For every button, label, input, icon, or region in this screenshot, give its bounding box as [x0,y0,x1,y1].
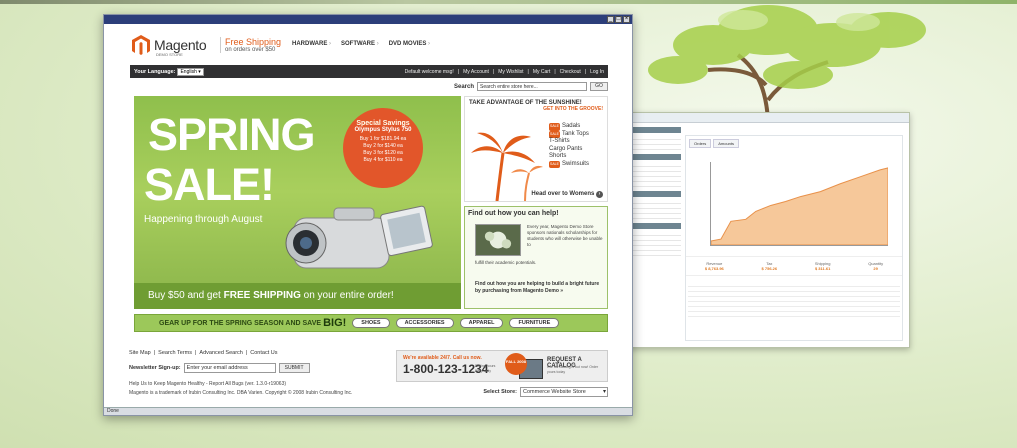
nav-dvd-movies[interactable]: DVD MOVIES › [389,41,430,47]
category-button-shoes[interactable]: SHOES [352,318,390,328]
search-terms-link[interactable]: Search Terms [158,350,192,356]
nav-software[interactable]: SOFTWARE › [341,41,379,47]
admin-stat: Revenue $ 8,763.96 [704,261,724,271]
title-bar: _ □ × [104,15,632,24]
scholarship-image [475,224,521,256]
admin-sales-chart [710,162,888,246]
admin-dashboard-window: Orders Amounts Revenue $ 8,763.96 Tax $ 75… [628,112,910,348]
newsletter-label: Newsletter Sign-up: [129,365,181,371]
request-catalog-sub: Our fall catalog is out now! Order yours… [547,365,599,374]
sunshine-promo[interactable]: TAKE ADVANTAGE OF THE SUNSHINE! GET INTO… [464,96,608,202]
list-item[interactable]: SALE Tank Tops [549,130,589,138]
hero-free-shipping-bar: Buy $50 and get FREE SHIPPING on your en… [134,283,461,309]
hero-subtitle: Happening through August [144,214,263,225]
admin-stat: Shipping $ 311.61 [814,261,831,271]
account-bar: Your Language: English ▾ Default welcome… [130,65,608,78]
category-button-apparel[interactable]: APPAREL [459,318,504,328]
my-account-link[interactable]: My Account [463,69,489,75]
newsletter-email-input[interactable]: Enter your email address [183,363,276,373]
site-map-link[interactable]: Site Map [129,350,151,356]
search-label: Search [453,83,474,90]
admin-left-panel [629,123,683,347]
tree-illustration [648,5,926,120]
arrow-right-icon: › [596,191,603,198]
search-input[interactable]: Search entire store here... [477,82,587,91]
sunshine-subtitle: GET INTO THE GROOVE! [543,106,603,112]
help-link[interactable]: Find out how you are helping to build a … [475,281,603,294]
store-select[interactable]: Commerce Website Store [520,387,608,397]
spring-sale-banner[interactable]: SPRING SALE! Happening through August Sp… [134,96,461,309]
magento-logo[interactable]: Magento DEMO STORE [130,34,207,57]
help-title: Find out how you can help! [468,210,559,217]
contact-catalog-banner[interactable]: We're available 24/7. Call us now. 1-800… [396,350,608,382]
welcome-message: Default welcome msg! [404,68,454,75]
category-bar: GEAR UP FOR THE SPRING SEASON AND SAVE B… [134,314,608,332]
close-button[interactable]: × [623,16,630,23]
maximize-button[interactable]: □ [615,16,622,23]
admin-tab-orders[interactable]: Orders [689,139,712,148]
hero-line-1: SPRING [148,109,316,160]
sunshine-item-list: SALE Sadals SALE Tank Tops T-Shirts Cargo … [549,123,589,168]
gear-up-text: GEAR UP FOR THE SPRING SEASON AND SAVE [159,319,322,327]
contact-us-link[interactable]: Contact Us [250,350,277,356]
palm-tree-icon [471,132,543,201]
search-bar: Search Search entire store here... GO [454,82,608,91]
magento-logo-icon [132,35,150,55]
free-shipping-sub: on orders over $50 [225,47,276,53]
language-select[interactable]: English ▾ [177,67,204,76]
report-bugs-text: Help Us to Keep Magento Healthy - Report… [129,381,287,387]
special-savings-badge: Special Savings Olympus Stylus 750 Buy 1… [343,108,423,188]
my-cart-link[interactable]: My Cart [533,69,551,75]
browser-status-bar: Done [104,407,632,415]
main-nav: HARDWARE › SOFTWARE › DVD MOVIES › [292,41,430,47]
language-label: Your Language: [134,68,176,75]
search-go-button[interactable]: GO [590,82,608,91]
help-promo[interactable]: Find out how you can help! Every year, M… [464,206,608,309]
list-item[interactable]: Shorts [549,153,589,161]
admin-tab-amounts[interactable]: Amounts [713,139,740,148]
logo-text: Magento [154,37,207,53]
head-to-womens-link[interactable]: Head over to Womens › [531,191,603,198]
logo-subtitle: DEMO STORE [156,52,183,57]
checkout-link[interactable]: Checkout [560,69,581,75]
admin-grid [688,282,900,317]
footer-links: Site Map | Search Terms | Advanced Search |… [129,350,278,356]
newsletter-submit-button[interactable]: SUBMIT [278,363,310,373]
store-page: Magento DEMO STORE Free Shipping on orde… [126,24,612,409]
admin-main-panel: Orders Amounts Revenue $ 8,763.96 Tax $ 75… [685,135,903,341]
login-link[interactable]: Log In [590,69,604,75]
store-select-label: Select Store: [483,389,517,395]
nav-hardware[interactable]: HARDWARE › [292,41,331,47]
category-button-accessories[interactable]: ACCESSORIES [395,318,454,328]
camcorder-image [285,205,433,269]
copyright-text: Magento is a trademark of Irubin Consult… [129,390,353,396]
gear-up-big: BIG! [323,317,347,329]
free-shipping-title: Free Shipping [225,37,282,47]
sunshine-title: TAKE ADVANTAGE OF THE SUNSHINE! [469,100,582,106]
admin-stat: Tax $ 756.26 [761,261,778,271]
store-selector: Select Store: Commerce Website Store [483,387,608,397]
list-item[interactable]: SALE Swimsuits [549,160,589,168]
free-shipping-banner: Free Shipping on orders over $50 [220,37,281,53]
phone-hours: Rolling hours Daily daily [475,364,496,373]
category-button-furniture[interactable]: FURNITURE [509,318,560,328]
help-body-2: fulfill their academic potentials. [475,260,537,265]
list-item[interactable]: SALE Sadals [549,123,589,131]
admin-topbar [629,113,909,123]
hero-line-2: SALE! [144,159,275,210]
phone-availability: We're available 24/7. Call us now. [403,355,482,361]
list-item[interactable]: T-Shirts [549,138,589,146]
fall-badge: FALL 2008 [505,353,527,375]
minimize-button[interactable]: _ [607,16,614,23]
advanced-search-link[interactable]: Advanced Search [199,350,242,356]
my-wishlist-link[interactable]: My Wishlist [498,69,523,75]
browser-window: _ □ × Magento DEMO STORE Free Shipping o… [103,14,633,416]
newsletter-form: Newsletter Sign-up: Enter your email add… [129,363,310,373]
admin-stats: Revenue $ 8,763.96 Tax $ 756.26 Shipping $ … [686,256,902,276]
list-item[interactable]: Cargo Pants [549,146,589,154]
help-body: Every year, Magento Demo Store sponsors … [527,224,603,247]
admin-stat: Quantity 29 [868,261,884,271]
